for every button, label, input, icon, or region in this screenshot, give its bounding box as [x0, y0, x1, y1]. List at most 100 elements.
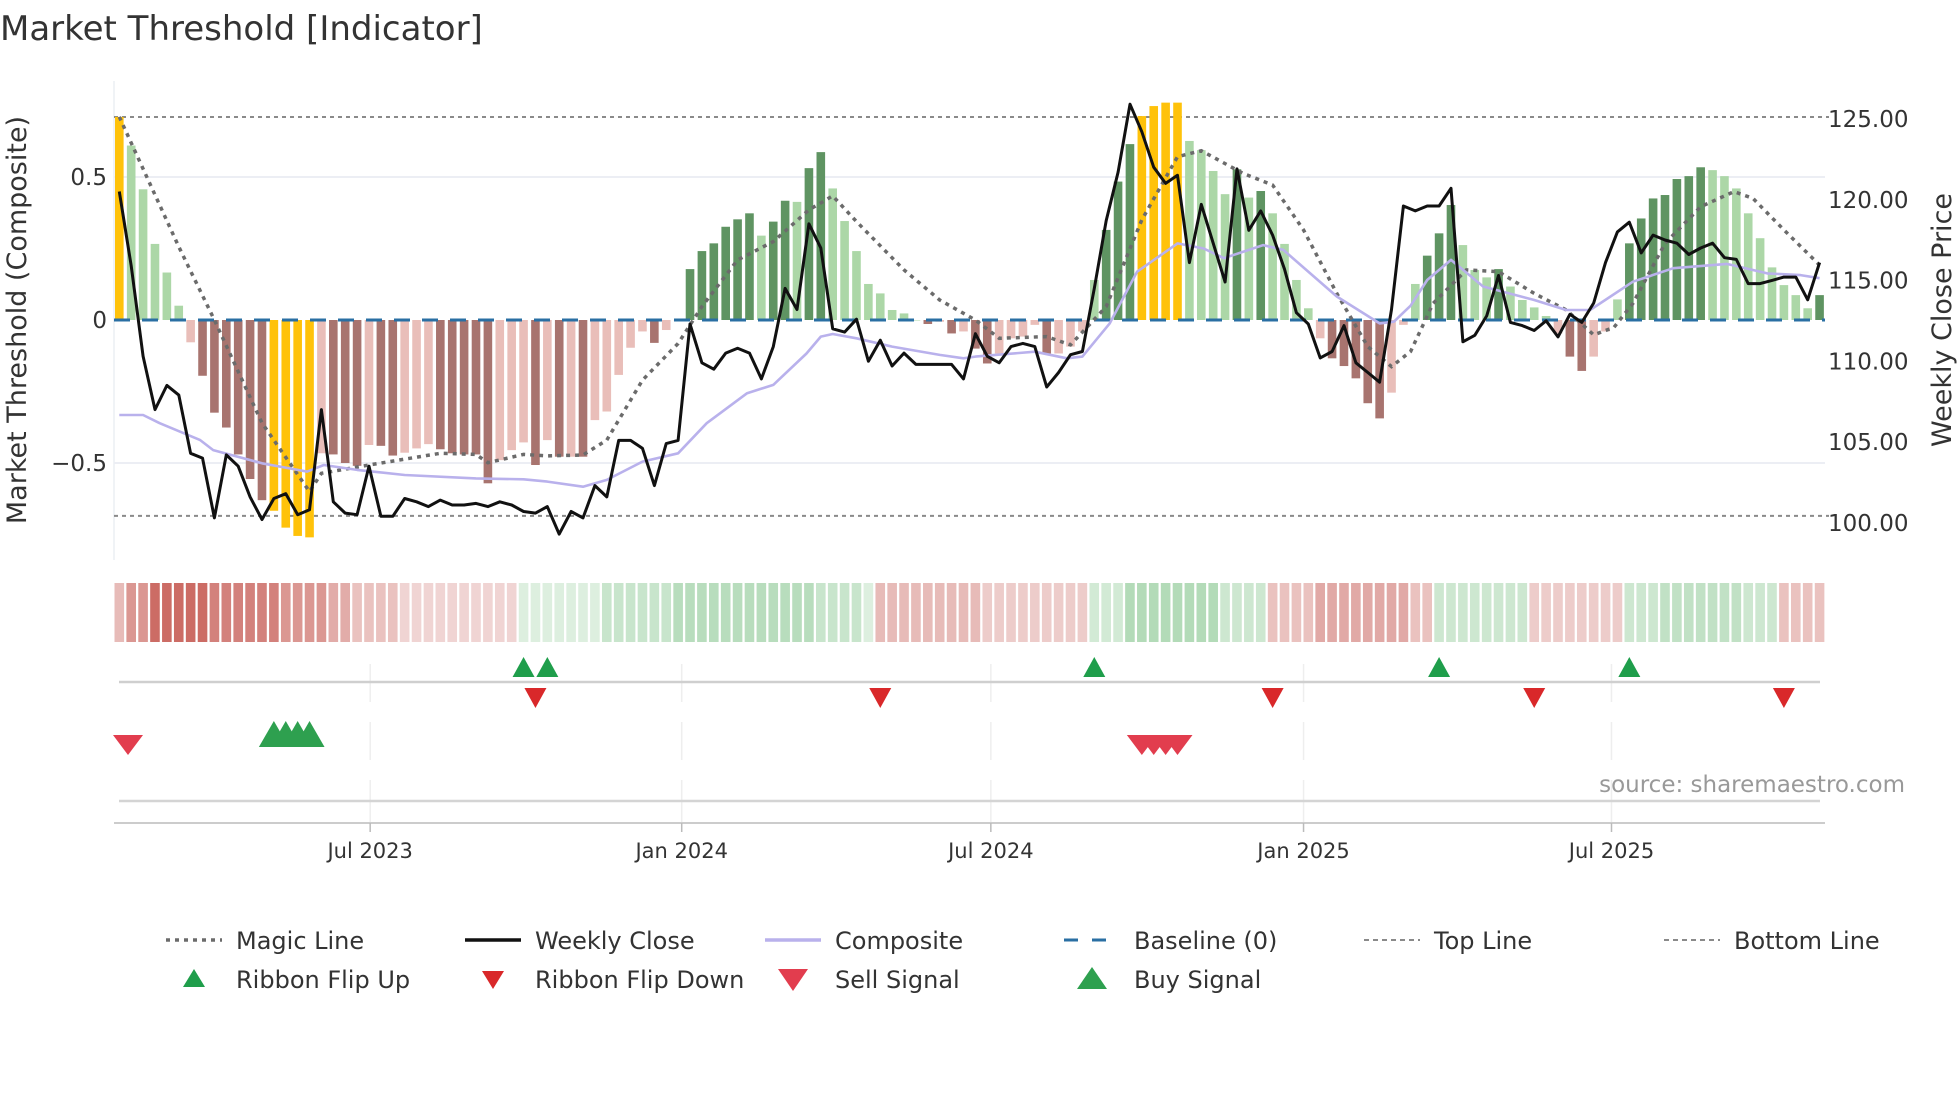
- right-tick-label: 100.00: [1828, 511, 1908, 537]
- composite-bar: [483, 320, 493, 484]
- market-threshold-chart: Market Threshold [Indicator] 0.5 0 −0.5 125…: [0, 0, 1960, 1102]
- composite-bar: [376, 320, 386, 446]
- ribbon-cell: [673, 583, 683, 642]
- composite-bar: [198, 320, 207, 376]
- composite-bar: [400, 320, 409, 453]
- ribbon-cell: [1731, 583, 1742, 642]
- ribbon-cell: [1041, 583, 1052, 642]
- ribbon-cell: [661, 583, 672, 642]
- x-tick-label: Jul 2023: [325, 839, 412, 863]
- ribbon-cell: [1707, 583, 1718, 642]
- legend-label: Magic Line: [236, 927, 364, 955]
- ribbon-cell: [1030, 583, 1040, 642]
- ribbon-cell: [435, 583, 446, 642]
- ribbon-cell: [590, 583, 600, 642]
- ribbon-cell: [899, 583, 909, 642]
- ribbon-cell: [780, 583, 790, 642]
- composite-bar: [162, 272, 172, 320]
- composite-bar: [864, 283, 873, 320]
- composite-bar: [543, 320, 552, 441]
- ribbon-cell: [257, 583, 267, 642]
- right-tick-label: 115.00: [1828, 269, 1908, 295]
- ribbon-cell: [1267, 583, 1278, 642]
- ribbon-cell: [126, 583, 136, 642]
- ribbon-cell: [601, 583, 612, 642]
- composite-bar: [186, 320, 195, 343]
- composite-bar: [1743, 213, 1753, 320]
- ribbon-cell: [875, 583, 886, 642]
- composite-bar: [1304, 308, 1313, 320]
- ribbon-cell: [506, 583, 517, 642]
- composite-bar: [424, 320, 433, 445]
- ribbon-cell: [1695, 583, 1706, 642]
- ribbon-cell: [911, 583, 921, 642]
- composite-bar: [816, 152, 826, 320]
- legend-label: Ribbon Flip Down: [535, 966, 744, 994]
- ribbon-cell: [827, 583, 838, 642]
- composite-bar: [578, 320, 588, 457]
- right-tick-label: 120.00: [1828, 188, 1908, 214]
- composite-bar: [1161, 102, 1170, 320]
- ribbon-cell: [1588, 583, 1599, 642]
- ribbon-cell: [1065, 583, 1076, 642]
- ribbon-cell: [1541, 583, 1551, 642]
- ribbon-cell: [197, 583, 208, 642]
- composite-bar: [1684, 176, 1694, 320]
- ribbon-cell: [1125, 583, 1135, 642]
- ribbon-cell: [233, 583, 243, 642]
- ribbon-cell: [1612, 583, 1623, 642]
- composite-bar: [1648, 198, 1658, 320]
- composite-bar: [222, 320, 231, 428]
- ribbon-cell: [1553, 583, 1563, 642]
- ribbon-cell: [1006, 583, 1016, 642]
- composite-bar: [519, 320, 528, 443]
- ribbon-cell: [1565, 583, 1575, 642]
- ribbon-cell: [447, 583, 458, 642]
- composite-bar: [1173, 102, 1182, 320]
- composite-bar: [174, 305, 184, 320]
- ribbon-cell: [280, 583, 291, 642]
- ribbon-cell: [1576, 583, 1587, 642]
- legend-label: Ribbon Flip Up: [236, 966, 410, 994]
- ribbon-cell: [697, 583, 707, 642]
- ribbon-cell: [1184, 583, 1195, 642]
- composite-bar: [733, 219, 742, 320]
- ribbon-cell: [1220, 583, 1230, 642]
- ribbon-cell: [162, 583, 172, 642]
- ribbon-cell: [816, 583, 826, 642]
- ribbon-cell: [637, 583, 648, 642]
- composite-bar: [887, 309, 897, 320]
- ribbon-cell: [1422, 583, 1432, 642]
- composite-bar: [340, 320, 350, 463]
- ribbon-cell: [173, 583, 184, 642]
- ribbon-cell: [1434, 583, 1444, 642]
- composite-bar: [959, 320, 968, 332]
- ribbon-cell: [423, 583, 434, 642]
- ribbon-cell: [542, 583, 553, 642]
- ribbon-cell: [649, 583, 660, 642]
- composite-bar: [638, 320, 647, 332]
- composite-bar: [1054, 320, 1063, 354]
- ribbon-cell: [411, 583, 422, 642]
- ribbon-cell: [578, 583, 588, 642]
- composite-bar: [768, 221, 778, 320]
- composite-bar: [1755, 238, 1765, 320]
- composite-bar: [150, 243, 160, 320]
- composite-bar: [1363, 320, 1373, 404]
- ribbon-cell: [1493, 583, 1504, 642]
- x-tick-label: Jan 2024: [633, 839, 728, 863]
- ribbon-cell: [1362, 583, 1373, 642]
- ribbon-cell: [1600, 583, 1611, 642]
- x-tick-label: Jan 2025: [1255, 839, 1350, 863]
- composite-bar: [1018, 320, 1028, 337]
- ribbon-cell: [1339, 583, 1349, 642]
- composite-bar: [364, 320, 374, 445]
- ribbon-cell: [1469, 583, 1480, 642]
- ribbon-cell: [1291, 583, 1302, 642]
- ribbon-cell: [732, 583, 743, 642]
- ribbon-cell: [804, 583, 814, 642]
- ribbon-cell: [1232, 583, 1242, 642]
- ribbon-cell: [245, 583, 255, 642]
- composite-bar: [447, 320, 457, 454]
- composite-bar: [840, 221, 849, 320]
